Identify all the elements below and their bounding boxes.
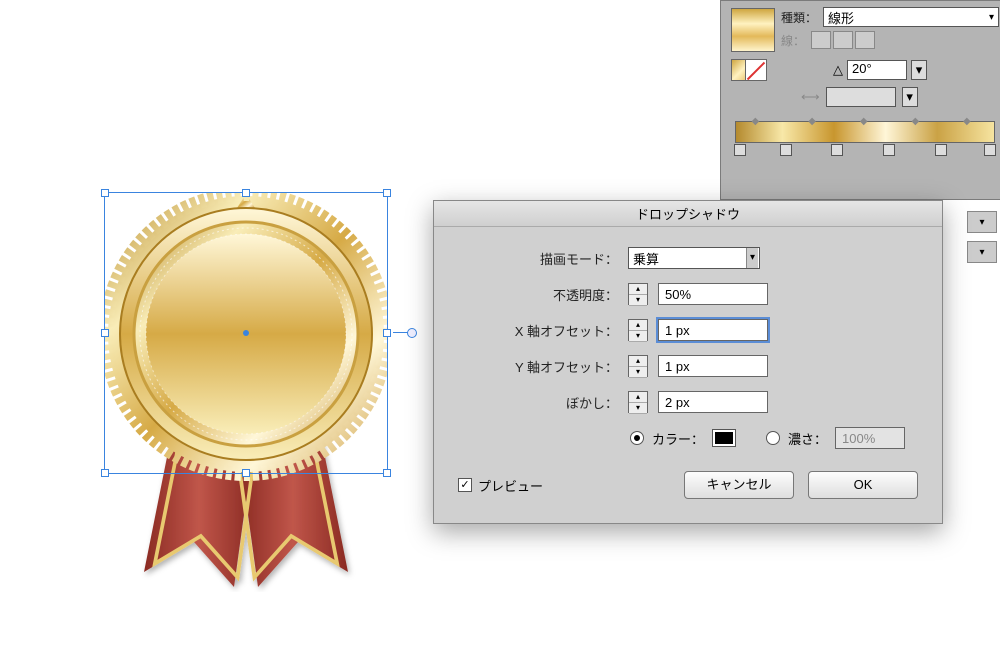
ok-button[interactable]: OK xyxy=(808,471,918,499)
resize-handle-ml[interactable] xyxy=(101,329,109,337)
gradient-aspect-dropdown[interactable]: ▾ xyxy=(902,87,918,107)
preview-checkbox[interactable] xyxy=(458,478,472,492)
opacity-input[interactable] xyxy=(658,283,768,305)
gradient-preview-swatch[interactable] xyxy=(731,8,775,52)
midpoint-stop[interactable] xyxy=(963,112,973,120)
gradient-panel: 種類： 線形 線： △ 20° ▾ ⟷ ▾ xyxy=(720,0,1000,200)
y-offset-input[interactable] xyxy=(658,355,768,377)
darkness-radio[interactable] xyxy=(766,431,780,445)
resize-handle-tr[interactable] xyxy=(383,189,391,197)
x-offset-stepper[interactable]: ▴▾ xyxy=(628,319,648,341)
gradient-aspect-input xyxy=(826,87,896,107)
preview-label: プレビュー xyxy=(478,476,543,495)
gradient-type-label: 種類： xyxy=(781,9,817,26)
cancel-button[interactable]: キャンセル xyxy=(684,471,794,499)
resize-handle-br[interactable] xyxy=(383,469,391,477)
blend-mode-label: 描画モード： xyxy=(458,249,618,268)
blend-mode-select[interactable]: 乗算 xyxy=(628,247,760,269)
opacity-label: 不透明度： xyxy=(458,285,618,304)
resize-handle-tl[interactable] xyxy=(101,189,109,197)
shadow-color-swatch[interactable] xyxy=(712,429,736,447)
color-stop[interactable] xyxy=(831,144,843,156)
stroke-mode-3[interactable] xyxy=(855,31,875,49)
x-offset-label: X 軸オフセット： xyxy=(458,321,618,340)
blur-stepper[interactable]: ▴▾ xyxy=(628,391,648,413)
darkness-radio-label: 濃さ： xyxy=(788,429,827,448)
blur-label: ぼかし： xyxy=(458,393,618,412)
resize-handle-bl[interactable] xyxy=(101,469,109,477)
resize-handle-tm[interactable] xyxy=(242,189,250,197)
drop-shadow-dialog: ドロップシャドウ 描画モード： 乗算 不透明度： ▴▾ X 軸オフセット： ▴▾… xyxy=(433,200,943,524)
midpoint-stop[interactable] xyxy=(860,112,870,120)
stroke-swatch-none[interactable] xyxy=(745,59,767,81)
midpoint-stop[interactable] xyxy=(808,112,818,120)
stroke-mode-2[interactable] xyxy=(833,31,853,49)
x-offset-input[interactable] xyxy=(658,319,768,341)
color-stop[interactable] xyxy=(883,144,895,156)
gradient-angle-input[interactable]: 20° xyxy=(847,60,907,80)
resize-handle-mr[interactable] xyxy=(383,329,391,337)
gradient-stroke-label: 線： xyxy=(781,32,805,49)
color-stop[interactable] xyxy=(734,144,746,156)
stroke-mode-1[interactable] xyxy=(811,31,831,49)
opacity-stepper[interactable]: ▴▾ xyxy=(628,283,648,305)
color-stop[interactable] xyxy=(984,144,996,156)
color-stop[interactable] xyxy=(935,144,947,156)
selection-bounding-box[interactable] xyxy=(104,192,388,474)
y-offset-stepper[interactable]: ▴▾ xyxy=(628,355,648,377)
resize-handle-bm[interactable] xyxy=(242,469,250,477)
aspect-icon: ⟷ xyxy=(801,89,820,105)
panel-extra-dropdown-1[interactable] xyxy=(967,211,997,233)
y-offset-label: Y 軸オフセット： xyxy=(458,357,618,376)
color-radio[interactable] xyxy=(630,431,644,445)
angle-icon: △ xyxy=(833,62,843,78)
midpoint-stop[interactable] xyxy=(751,112,761,120)
midpoint-stop[interactable] xyxy=(911,112,921,120)
selection-center xyxy=(243,330,249,336)
gradient-type-select[interactable]: 線形 xyxy=(823,7,999,27)
darkness-input xyxy=(835,427,905,449)
color-radio-label: カラー： xyxy=(652,429,704,448)
gradient-angle-dropdown[interactable]: ▾ xyxy=(911,60,927,80)
color-stop[interactable] xyxy=(780,144,792,156)
panel-extra-dropdown-2[interactable] xyxy=(967,241,997,263)
dialog-title: ドロップシャドウ xyxy=(434,201,942,227)
gradient-ramp[interactable] xyxy=(735,121,995,143)
stroke-gradient-mode-buttons xyxy=(811,31,875,49)
blur-input[interactable] xyxy=(658,391,768,413)
selection-anchor-handle[interactable] xyxy=(393,332,409,333)
